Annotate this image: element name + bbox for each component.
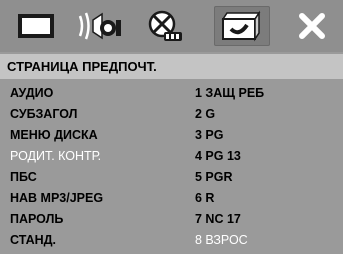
rating-option[interactable]: 6 R bbox=[195, 191, 214, 205]
rating-option[interactable]: 3 PG bbox=[195, 128, 224, 142]
setup-menu-osd: СТРАНИЦА ПРЕДПОЧТ. АУДИО 1 ЗАЩ РЕБ СУБЗА… bbox=[0, 0, 343, 254]
preference-setup-icon bbox=[221, 10, 261, 42]
menu-item-label: СУБЗАГОЛ bbox=[10, 107, 78, 121]
exit-icon bbox=[299, 13, 325, 39]
video-setup-icon bbox=[148, 10, 182, 41]
menu-item-mp3-jpeg-nav[interactable]: НАВ MP3/JPEG 6 R bbox=[0, 188, 343, 209]
audio-setup-icon bbox=[78, 12, 121, 40]
page-title: СТРАНИЦА ПРЕДПОЧТ. bbox=[7, 59, 157, 74]
preference-menu-list: АУДИО 1 ЗАЩ РЕБ СУБЗАГОЛ 2 G МЕНЮ ДИСКА … bbox=[0, 83, 343, 251]
tab-general-setup[interactable] bbox=[8, 6, 64, 46]
page-title-bar: СТРАНИЦА ПРЕДПОЧТ. bbox=[0, 54, 343, 79]
tab-audio-setup[interactable] bbox=[72, 6, 128, 46]
menu-item-label: ПАРОЛЬ bbox=[10, 212, 64, 226]
general-setup-icon bbox=[18, 14, 54, 38]
rating-option[interactable]: 2 G bbox=[195, 107, 215, 121]
menu-item-subtitle[interactable]: СУБЗАГОЛ 2 G bbox=[0, 104, 343, 125]
menu-item-label: АУДИО bbox=[10, 86, 54, 100]
menu-item-default[interactable]: СТАНД. 8 ВЗРОС bbox=[0, 230, 343, 251]
menu-item-label: РОДИТ. КОНТР. bbox=[10, 149, 102, 163]
rating-option[interactable]: 8 ВЗРОС bbox=[195, 233, 248, 247]
menu-item-pbc[interactable]: ПБС 5 PGR bbox=[0, 167, 343, 188]
menu-item-label: СТАНД. bbox=[10, 233, 56, 247]
tab-exit[interactable] bbox=[284, 6, 340, 46]
menu-item-audio[interactable]: АУДИО 1 ЗАЩ РЕБ bbox=[0, 83, 343, 104]
menu-item-parental-control[interactable]: РОДИТ. КОНТР. 4 PG 13 bbox=[0, 146, 343, 167]
menu-item-disc-menu[interactable]: МЕНЮ ДИСКА 3 PG bbox=[0, 125, 343, 146]
menu-item-label: НАВ MP3/JPEG bbox=[10, 191, 104, 205]
rating-option[interactable]: 4 PG 13 bbox=[195, 149, 241, 163]
rating-option[interactable]: 5 PGR bbox=[195, 170, 233, 184]
menu-item-label: ПБС bbox=[10, 170, 37, 184]
tab-preference-setup[interactable] bbox=[214, 6, 270, 46]
menu-item-label: МЕНЮ ДИСКА bbox=[10, 128, 98, 142]
setup-icon-bar bbox=[0, 0, 343, 52]
tab-video-setup[interactable] bbox=[136, 6, 192, 46]
rating-option[interactable]: 7 NC 17 bbox=[195, 212, 241, 226]
menu-item-password[interactable]: ПАРОЛЬ 7 NC 17 bbox=[0, 209, 343, 230]
rating-option[interactable]: 1 ЗАЩ РЕБ bbox=[195, 86, 264, 100]
